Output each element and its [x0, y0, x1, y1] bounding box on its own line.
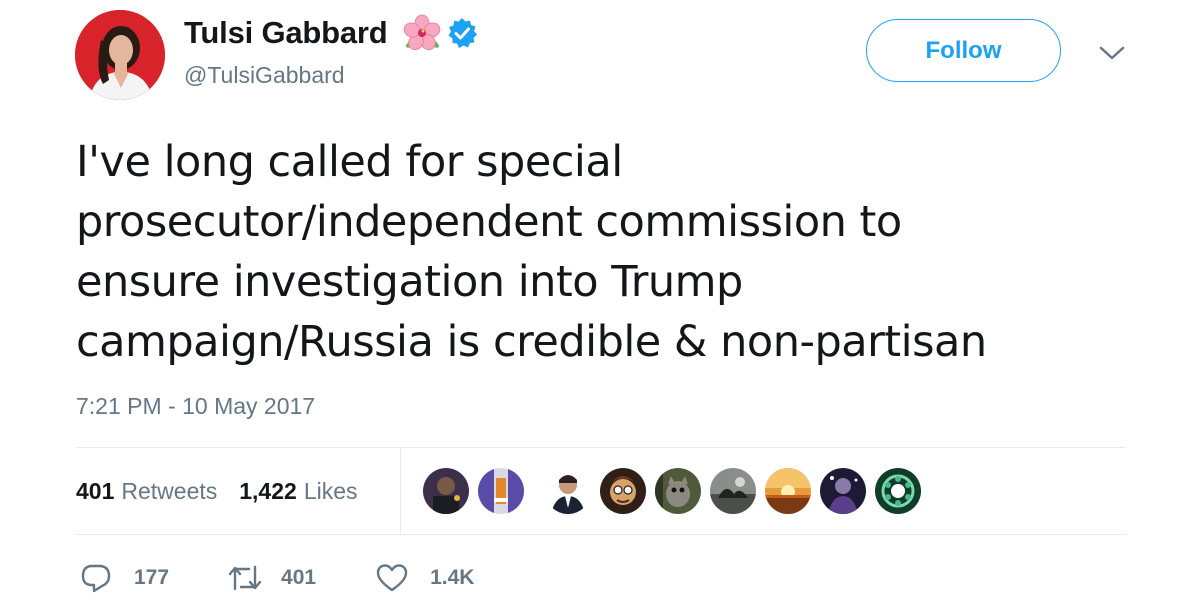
- stats-separator: [400, 448, 401, 534]
- liker-avatar[interactable]: [423, 468, 469, 514]
- hibiscus-icon: [402, 13, 442, 53]
- liker-avatar[interactable]: [875, 468, 921, 514]
- author-avatar[interactable]: [75, 10, 165, 100]
- tweet-stats: 401 Retweets 1,422 Likes: [76, 448, 380, 534]
- liker-avatar[interactable]: [655, 468, 701, 514]
- reply-icon: [80, 563, 112, 593]
- author-handle[interactable]: @TulsiGabbard: [184, 62, 345, 89]
- tweet-text: I've long called for special prosecutor/…: [76, 137, 987, 367]
- liker-avatars: [423, 468, 930, 514]
- retweet-icon: [227, 563, 263, 593]
- follow-button[interactable]: Follow: [866, 19, 1061, 82]
- reply-count: 177: [134, 566, 170, 589]
- likes-stat[interactable]: 1,422 Likes: [239, 478, 357, 505]
- liker-avatar[interactable]: [545, 468, 591, 514]
- liker-avatar[interactable]: [478, 468, 524, 514]
- heart-icon: [376, 563, 408, 593]
- retweets-stat[interactable]: 401 Retweets: [76, 478, 217, 505]
- chevron-down-icon[interactable]: [1098, 43, 1126, 63]
- author-display-name[interactable]: Tulsi Gabbard: [184, 15, 388, 51]
- reply-button[interactable]: 177: [80, 563, 169, 593]
- like-button[interactable]: 1.4K: [376, 563, 474, 593]
- likes-count: 1,422: [239, 477, 297, 504]
- tweet-actions: 177 401 1.4K: [80, 563, 474, 593]
- verified-badge-icon: [446, 17, 478, 49]
- author-name-row: Tulsi Gabbard: [184, 13, 478, 53]
- liker-avatar[interactable]: [710, 468, 756, 514]
- liker-avatar[interactable]: [765, 468, 811, 514]
- like-count: 1.4K: [430, 566, 475, 589]
- retweets-count: 401: [76, 477, 115, 504]
- tweet-timestamp[interactable]: 7:21 PM - 10 May 2017: [76, 393, 315, 420]
- retweets-label: Retweets: [121, 477, 218, 504]
- liker-avatar[interactable]: [600, 468, 646, 514]
- divider: [76, 534, 1126, 535]
- likes-label: Likes: [303, 477, 358, 504]
- retweet-button[interactable]: 401: [227, 563, 316, 593]
- liker-avatar[interactable]: [820, 468, 866, 514]
- retweet-count: 401: [281, 566, 317, 589]
